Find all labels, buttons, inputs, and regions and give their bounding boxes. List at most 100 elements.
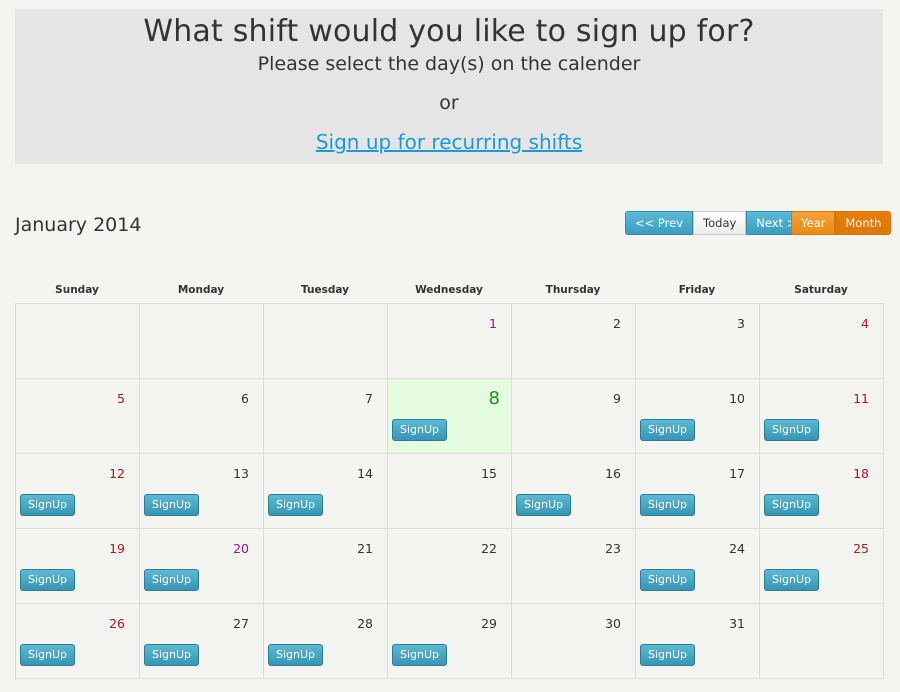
calendar-day-1[interactable]: 1 <box>388 304 512 379</box>
calendar-day-22[interactable]: 22 <box>388 529 512 604</box>
weekday-header-thursday: Thursday <box>545 284 601 296</box>
calendar-day-31[interactable]: 31 SignUp <box>636 604 760 679</box>
signup-button[interactable]: SignUp <box>640 644 695 666</box>
instruction-text: Please select the day(s) on the calender <box>257 53 641 75</box>
calendar-day-3[interactable]: 3 <box>636 304 760 379</box>
signup-button[interactable]: SignUp <box>392 419 447 441</box>
day-number: 30 <box>605 616 621 631</box>
signup-button[interactable]: SignUp <box>392 644 447 666</box>
day-number: 22 <box>481 541 497 556</box>
signup-button[interactable]: SignUp <box>764 569 819 591</box>
day-number: 10 <box>729 391 745 406</box>
calendar-day-13[interactable]: 13 SignUp <box>140 454 264 529</box>
day-number: 6 <box>241 391 249 406</box>
calendar-day-29[interactable]: 29 SignUp <box>388 604 512 679</box>
signup-button[interactable]: SignUp <box>20 569 75 591</box>
recurring-shifts-link[interactable]: Sign up for recurring shifts <box>15 130 883 154</box>
day-number: 14 <box>357 466 373 481</box>
weekday-header-monday: Monday <box>177 284 225 296</box>
calendar-day-30[interactable]: 30 <box>512 604 636 679</box>
calendar-day-17[interactable]: 17 SignUp <box>636 454 760 529</box>
calendar-day-empty <box>16 304 140 379</box>
calendar-day-14[interactable]: 14 SignUp <box>264 454 388 529</box>
weekday-header-saturday: Saturday <box>794 284 848 296</box>
calendar-day-16[interactable]: 16 SignUp <box>512 454 636 529</box>
calendar-day-23[interactable]: 23 <box>512 529 636 604</box>
calendar-day-28[interactable]: 28 SignUp <box>264 604 388 679</box>
calendar-day-20[interactable]: 20 SignUp <box>140 529 264 604</box>
signup-button[interactable]: SignUp <box>640 569 695 591</box>
signup-button[interactable]: SignUp <box>640 494 695 516</box>
calendar-day-19[interactable]: 19 SignUp <box>16 529 140 604</box>
calendar-day-12[interactable]: 12 SignUp <box>16 454 140 529</box>
weekday-header-sunday: Sunday <box>55 284 99 296</box>
calendar-day-15[interactable]: 15 <box>388 454 512 529</box>
calendar-month-title: January 2014 <box>15 214 142 236</box>
calendar-day-26[interactable]: 26 SignUp <box>16 604 140 679</box>
signup-button[interactable]: SignUp <box>516 494 571 516</box>
calendar-day-empty <box>264 304 388 379</box>
page-title: What shift would you like to sign up for… <box>143 14 755 49</box>
day-number: 23 <box>605 541 621 556</box>
page-header: What shift would you like to sign up for… <box>15 9 883 164</box>
calendar-day-18[interactable]: 18 SignUp <box>760 454 884 529</box>
signup-button[interactable]: SignUp <box>144 494 199 516</box>
calendar-day-11[interactable]: 11 SignUp <box>760 379 884 454</box>
weekday-header-wednesday: Wednesday <box>415 284 483 296</box>
year-view-button[interactable]: Year <box>791 211 836 235</box>
calendar-day-25[interactable]: 25 SignUp <box>760 529 884 604</box>
signup-button[interactable]: SignUp <box>144 569 199 591</box>
day-number: 29 <box>481 616 497 631</box>
calendar-day-27[interactable]: 27 SignUp <box>140 604 264 679</box>
day-number: 21 <box>357 541 373 556</box>
day-number: 27 <box>233 616 249 631</box>
signup-button[interactable]: SignUp <box>20 644 75 666</box>
day-number: 20 <box>233 541 249 556</box>
day-number: 16 <box>605 466 621 481</box>
calendar-day-24[interactable]: 24 SignUp <box>636 529 760 604</box>
signup-button[interactable]: SignUp <box>268 644 323 666</box>
day-number: 15 <box>481 466 497 481</box>
day-number: 11 <box>853 391 869 406</box>
calendar-day-9[interactable]: 9 <box>512 379 636 454</box>
calendar-day-4[interactable]: 4 <box>760 304 884 379</box>
day-number: 25 <box>853 541 869 556</box>
day-number: 24 <box>729 541 745 556</box>
day-number: 17 <box>729 466 745 481</box>
day-number: 31 <box>729 616 745 631</box>
signup-button[interactable]: SignUp <box>764 494 819 516</box>
day-number: 9 <box>613 391 621 406</box>
calendar-nav-group: << Prev Today Next >> <box>625 211 817 235</box>
weekday-header-friday: Friday <box>678 284 716 296</box>
signup-button[interactable]: SignUp <box>144 644 199 666</box>
day-number: 13 <box>233 466 249 481</box>
day-number: 5 <box>117 391 125 406</box>
day-number: 8 <box>488 388 500 409</box>
day-number: 2 <box>613 316 621 331</box>
calendar-day-empty <box>760 604 884 679</box>
day-number: 28 <box>357 616 373 631</box>
signup-button[interactable]: SignUp <box>20 494 75 516</box>
day-number: 4 <box>861 316 869 331</box>
prev-button[interactable]: << Prev <box>625 211 694 235</box>
calendar-day-21[interactable]: 21 <box>264 529 388 604</box>
day-number: 12 <box>109 466 125 481</box>
calendar-day-6[interactable]: 6 <box>140 379 264 454</box>
day-number: 18 <box>853 466 869 481</box>
calendar-day-8[interactable]: 8 SignUp <box>388 379 512 454</box>
signup-button[interactable]: SignUp <box>764 419 819 441</box>
calendar-day-7[interactable]: 7 <box>264 379 388 454</box>
weekday-header-tuesday: Tuesday <box>301 284 349 296</box>
day-number: 26 <box>109 616 125 631</box>
calendar-day-5[interactable]: 5 <box>16 379 140 454</box>
calendar-day-empty <box>140 304 264 379</box>
calendar-day-10[interactable]: 10 SignUp <box>636 379 760 454</box>
calendar-grid: 1 2 3 4 5 6 7 8 SignUp 9 10 SignUp 11 SignUp 12 SignUp 1… <box>15 303 884 680</box>
today-button[interactable]: Today <box>693 211 747 235</box>
month-view-button[interactable]: Month <box>835 211 892 235</box>
signup-button[interactable]: SignUp <box>268 494 323 516</box>
calendar-day-2[interactable]: 2 <box>512 304 636 379</box>
calendar-view-group: Year Month <box>791 211 892 235</box>
day-number: 3 <box>737 316 745 331</box>
signup-button[interactable]: SignUp <box>640 419 695 441</box>
